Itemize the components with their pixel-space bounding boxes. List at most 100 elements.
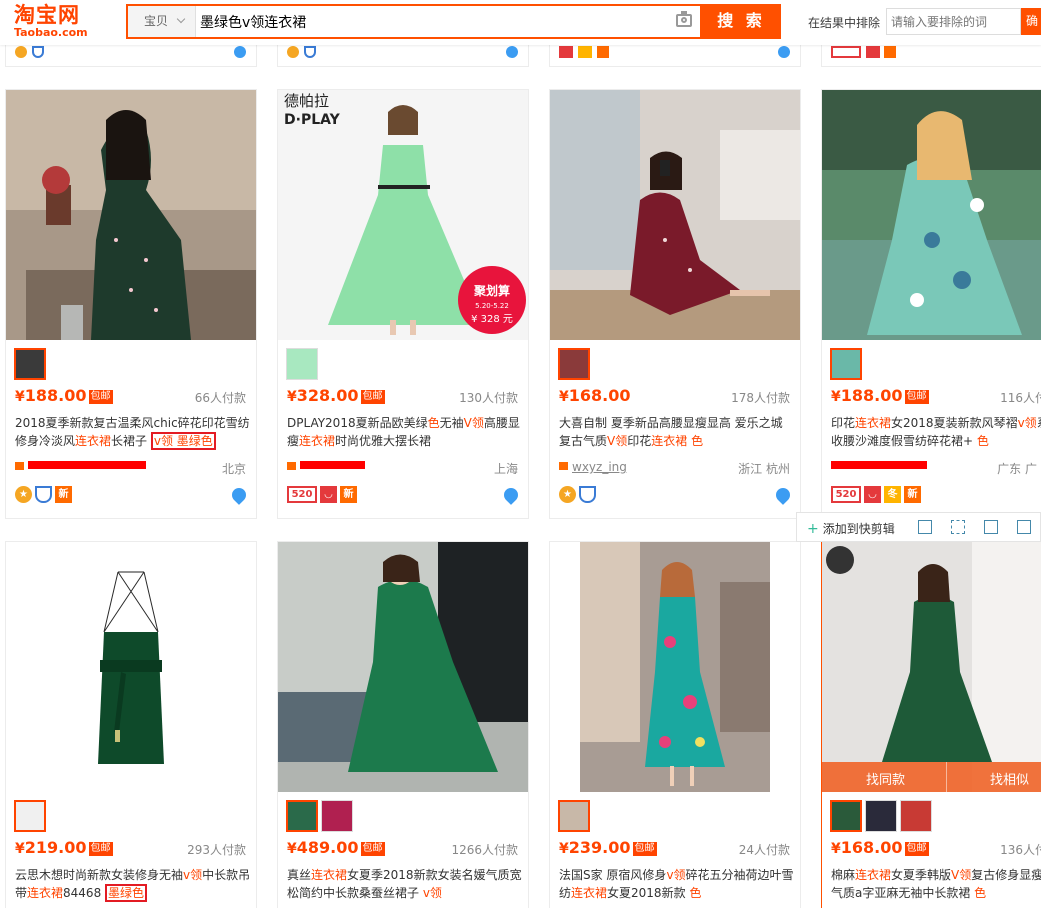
drop-icon[interactable] xyxy=(229,485,249,505)
exclude-button[interactable]: 确 xyxy=(1021,8,1041,35)
thumb-image[interactable] xyxy=(286,800,318,832)
product-card[interactable]: ¥489.00 包邮 1266人付款 真丝连衣裙女夏季2018新款女装名媛气质宽松… xyxy=(277,541,529,908)
product-card[interactable]: ¥188.00 包邮 66人付款 2018夏季新款复古温柔风chic碎花印花雪纺修… xyxy=(5,89,257,519)
product-title[interactable]: 棉麻连衣裙女夏季韩版V领复古修身显瘦气质a字亚麻无袖中长款裙 色 xyxy=(831,866,1041,902)
product-title[interactable]: DPLAY2018夏新品欧美绿色无袖V领高腰显瘦连衣裙时尚优雅大摆长裙 xyxy=(287,414,523,450)
badge-row: 520 ◡ 冬新 xyxy=(831,486,924,504)
thumb-image[interactable] xyxy=(865,800,897,832)
search-scope-label: 宝贝 xyxy=(144,14,169,28)
product-image[interactable] xyxy=(550,90,800,340)
baoyou-badge: 包邮 xyxy=(904,390,929,404)
badge-row: ★ 新 xyxy=(15,486,75,504)
product-card[interactable]: ¥219.00 包邮 293人付款 云思木想时尚新款女装修身无袖v领中长款吊带连衣… xyxy=(5,541,257,908)
shop-icon xyxy=(15,462,24,470)
gold-seller-icon[interactable]: ★ xyxy=(15,486,32,503)
new-badge-icon[interactable]: 新 xyxy=(340,486,357,503)
search-header: 淘宝网 Taobao.com 宝贝 搜 索 在结果中排除 确 xyxy=(0,0,1041,45)
drop-icon[interactable] xyxy=(501,485,521,505)
dong-badge-icon[interactable]: 冬 xyxy=(884,486,901,503)
search-scope-select[interactable]: 宝贝 xyxy=(128,6,196,37)
baoyou-badge: 包邮 xyxy=(360,842,385,856)
thumb-list xyxy=(830,348,865,380)
thumb-image[interactable] xyxy=(900,800,932,832)
thumb-image[interactable] xyxy=(14,800,46,832)
thumb-list xyxy=(14,800,49,832)
product-image[interactable] xyxy=(6,90,256,340)
product-title[interactable]: 真丝连衣裙女夏季2018新款女装名媛气质宽松简约中长款桑蚕丝裙子 v领 xyxy=(287,866,523,902)
baoyou-badge: 包邮 xyxy=(88,390,113,404)
thumb-image[interactable] xyxy=(286,348,318,380)
shield-icon[interactable] xyxy=(35,486,52,503)
thumb-image[interactable] xyxy=(558,348,590,380)
product-title[interactable]: 云思木想时尚新款女装修身无袖v领中长款吊带连衣裙84468 墨绿色 xyxy=(15,866,251,902)
520-badge-icon[interactable]: 520 xyxy=(287,486,317,503)
product-image[interactable]: 聚划算 5.20-5.22 ¥ 328 元 德帕拉 D·PLAY xyxy=(278,90,528,340)
logo-subtext: Taobao.com xyxy=(14,26,88,39)
dong-badge-icon xyxy=(578,46,592,58)
thumb-image[interactable] xyxy=(321,800,353,832)
product-price: ¥188.00 包邮 xyxy=(15,386,113,405)
product-title[interactable]: 印花连衣裙女2018夏装新款风琴褶v领系 收腰沙滩度假雪纺碎花裙+ 色 xyxy=(831,414,1041,450)
quick-edit-bar: + 添加到快剪辑 xyxy=(796,512,1041,542)
add-to-quickedit-button[interactable]: + 添加到快剪辑 xyxy=(807,520,895,537)
shield-icon[interactable] xyxy=(579,486,596,503)
thumb-image[interactable] xyxy=(830,800,862,832)
product-card[interactable]: ¥239.00 包邮 24人付款 法国S家 原宿风修身v领碎花五分袖荷边叶雪纺连衣… xyxy=(549,541,801,908)
divider xyxy=(946,762,947,792)
thumb-image[interactable] xyxy=(14,348,46,380)
copy-icon[interactable] xyxy=(918,520,932,534)
brand-logo-en: D·PLAY xyxy=(284,112,341,128)
find-similar-button[interactable]: 找相似 xyxy=(990,769,1029,788)
product-image[interactable] xyxy=(822,542,1041,792)
product-card[interactable]: 找同款 找相似 ¥168.00 包邮 136人付 棉麻连衣裙女夏季韩版V领复古修身… xyxy=(821,541,1041,908)
paid-count: 130人付款 xyxy=(459,391,518,405)
shop-name[interactable] xyxy=(15,460,146,474)
search-input[interactable] xyxy=(200,6,660,37)
product-title[interactable]: 法国S家 原宿风修身v领碎花五分袖荷边叶雪纺连衣裙女夏2018新款 色 xyxy=(559,866,795,902)
camera-icon[interactable] xyxy=(676,11,692,27)
thumb-list xyxy=(558,800,593,832)
paid-count: 178人付款 xyxy=(731,391,790,405)
promo-date: 5.20-5.22 xyxy=(475,302,509,310)
tmall-badge-icon[interactable]: ◡ xyxy=(320,486,337,503)
new-badge-icon[interactable]: 新 xyxy=(904,486,921,503)
drop-icon[interactable] xyxy=(773,485,793,505)
baoyou-badge: 包邮 xyxy=(360,390,385,404)
product-card[interactable]: ¥188.00包邮 116人付 印花连衣裙女2018夏装新款风琴褶v领系 收腰沙… xyxy=(821,89,1041,519)
search-button[interactable]: 搜 索 xyxy=(702,4,781,39)
thumb-image[interactable] xyxy=(558,800,590,832)
product-price: ¥219.00 包邮 xyxy=(15,838,113,857)
product-title[interactable]: 2018夏季新款复古温柔风chic碎花印花雪纺修身冷淡风连衣裙长裙子 v领 墨绿… xyxy=(15,414,251,450)
expand-icon[interactable] xyxy=(951,520,965,534)
product-card[interactable]: ¥168.00 178人付款 大喜自制 夏季新品高腰显瘦显高 爱乐之城 复古气质… xyxy=(549,89,801,519)
save-icon[interactable] xyxy=(984,520,998,534)
shop-name[interactable] xyxy=(287,460,365,474)
search-box: 宝贝 xyxy=(126,4,702,39)
paid-count: 116人付 xyxy=(1000,391,1041,405)
shop-name[interactable] xyxy=(831,460,927,474)
product-image[interactable] xyxy=(278,542,528,792)
shop-name[interactable]: wxyz_ing xyxy=(559,460,627,474)
product-title[interactable]: 大喜自制 夏季新品高腰显瘦显高 爱乐之城 复古气质V领印花连衣裙 色 xyxy=(559,414,795,450)
gold-seller-icon[interactable]: ★ xyxy=(559,486,576,503)
product-image[interactable] xyxy=(822,90,1041,340)
new-badge-icon[interactable]: 新 xyxy=(55,486,72,503)
shield-icon xyxy=(304,46,316,58)
product-image[interactable] xyxy=(550,542,800,792)
520-badge-icon[interactable]: 520 xyxy=(831,486,861,503)
tmall-badge-icon[interactable]: ◡ xyxy=(864,486,881,503)
exclude-input[interactable] xyxy=(886,8,1021,35)
shop-location: 浙江 杭州 xyxy=(738,462,790,476)
share-icon[interactable] xyxy=(1017,520,1031,534)
shop-icon xyxy=(559,462,568,470)
taobao-logo[interactable]: 淘宝网 Taobao.com xyxy=(14,3,114,41)
product-price: ¥489.00 包邮 xyxy=(287,838,385,857)
thumb-image[interactable] xyxy=(830,348,862,380)
baoyou-badge: 包邮 xyxy=(904,842,929,856)
brand-logo: 德帕拉 xyxy=(284,92,329,110)
thumb-list xyxy=(558,348,593,380)
product-card[interactable]: 聚划算 5.20-5.22 ¥ 328 元 德帕拉 D·PLAY ¥328.00… xyxy=(277,89,529,519)
product-image[interactable] xyxy=(6,542,256,792)
badge-row: ★ xyxy=(559,486,599,504)
find-same-button[interactable]: 找同款 xyxy=(866,769,905,788)
